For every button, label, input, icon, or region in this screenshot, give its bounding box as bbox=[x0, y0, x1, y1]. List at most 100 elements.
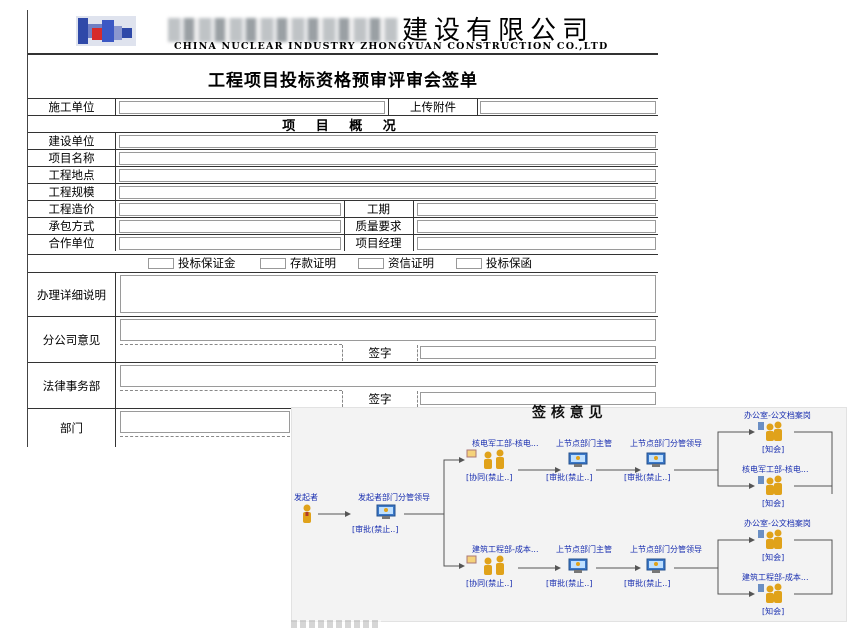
node-top-4a-state: [知会] bbox=[762, 445, 785, 454]
dash-line bbox=[120, 390, 342, 391]
row-construction-unit: 施工单位 上传附件 bbox=[28, 98, 658, 115]
upload-attachment-button[interactable]: 上传附件 bbox=[390, 99, 476, 115]
contract-mode-field[interactable] bbox=[119, 220, 341, 233]
approver-monitor-icon[interactable] bbox=[646, 452, 666, 468]
bid-guarantee-label: 投标保函 bbox=[486, 256, 532, 270]
redacted-name-blur bbox=[168, 18, 398, 42]
node-bottom-2-state: [审批(禁止..] bbox=[546, 579, 593, 588]
legal-label: 法律事务部 bbox=[28, 363, 116, 408]
row-project-scale: 工程规模 bbox=[28, 183, 658, 200]
overview-heading: 项 目 概 况 bbox=[282, 118, 404, 134]
attachment-field[interactable] bbox=[480, 101, 656, 114]
notify-group-icon[interactable] bbox=[758, 420, 784, 442]
department-label: 部门 bbox=[28, 409, 116, 447]
node-first-state: [审批(禁止..] bbox=[352, 525, 399, 534]
letterhead: 建设有限公司 CHINA NUCLEAR INDUSTRY ZHONGYUAN … bbox=[28, 10, 658, 55]
approver-monitor-icon[interactable] bbox=[568, 558, 588, 574]
project-location-label: 工程地点 bbox=[28, 167, 116, 183]
owner-field[interactable] bbox=[119, 135, 656, 148]
row-cost: 工程造价 工期 bbox=[28, 200, 658, 217]
credit-proof-checkbox[interactable] bbox=[358, 258, 384, 269]
deposit-proof-checkbox[interactable] bbox=[260, 258, 286, 269]
deposit-proof-label: 存款证明 bbox=[290, 256, 336, 270]
notify-group-icon[interactable] bbox=[758, 582, 784, 604]
details-label: 办理详细说明 bbox=[28, 273, 116, 316]
bid-bond-checkbox[interactable] bbox=[148, 258, 174, 269]
branch-opinion-textarea[interactable] bbox=[120, 319, 656, 341]
row-documents: 投标保证金 存款证明 资信证明 投标保函 bbox=[28, 254, 658, 271]
quality-field[interactable] bbox=[417, 220, 656, 233]
node-bottom-4a-state: [知会] bbox=[762, 553, 785, 562]
details-textarea[interactable] bbox=[120, 275, 656, 313]
notify-group-icon[interactable] bbox=[758, 474, 784, 496]
project-scale-label: 工程规模 bbox=[28, 184, 116, 200]
node-top-3-state: [审批(禁止..] bbox=[624, 473, 671, 482]
contract-mode-label: 承包方式 bbox=[28, 218, 116, 234]
node-top-4b-state: [知会] bbox=[762, 499, 785, 508]
row-project-name: 项目名称 bbox=[28, 149, 658, 166]
node-top-3-label: 上节点部门分管领导 bbox=[630, 439, 702, 448]
project-name-field[interactable] bbox=[119, 152, 656, 165]
partner-label: 合作单位 bbox=[28, 235, 116, 251]
construction-unit-field[interactable] bbox=[119, 101, 385, 114]
bid-bond-label: 投标保证金 bbox=[178, 256, 236, 270]
form-title: 工程项目投标资格预审评审会签单 bbox=[208, 71, 478, 91]
header-rule bbox=[28, 53, 658, 55]
row-partner: 合作单位 项目经理 bbox=[28, 234, 658, 251]
screenshot: 建设有限公司 CHINA NUCLEAR INDUSTRY ZHONGYUAN … bbox=[0, 0, 865, 631]
legal-signature-label: 签字 bbox=[342, 391, 418, 407]
collaborate-group-icon[interactable] bbox=[466, 448, 516, 470]
project-manager-field[interactable] bbox=[417, 237, 656, 250]
branch-signature-field[interactable] bbox=[420, 346, 656, 359]
project-scale-field[interactable] bbox=[119, 186, 656, 199]
notify-group-icon[interactable] bbox=[758, 528, 784, 550]
project-cost-label: 工程造价 bbox=[28, 201, 116, 217]
edge-first-bottom bbox=[443, 514, 465, 569]
row-owner: 建设单位 bbox=[28, 132, 658, 149]
company-name-en: CHINA NUCLEAR INDUSTRY ZHONGYUAN CONSTRU… bbox=[174, 41, 609, 52]
owner-label: 建设单位 bbox=[28, 133, 116, 149]
project-location-field[interactable] bbox=[119, 169, 656, 182]
credit-proof-label: 资信证明 bbox=[388, 256, 434, 270]
node-top-2-state: [审批(禁止..] bbox=[546, 473, 593, 482]
partner-field[interactable] bbox=[119, 237, 341, 250]
project-manager-label: 项目经理 bbox=[344, 235, 414, 251]
divider bbox=[477, 99, 478, 115]
row-details: 办理详细说明 bbox=[28, 272, 658, 316]
row-contract: 承包方式 质量要求 bbox=[28, 217, 658, 234]
workflow-diagram: 签 核 意 见 发起者 发起者部门分管领导 [审批(禁止..] 核电军工部-核电… bbox=[291, 405, 847, 622]
row-project-location: 工程地点 bbox=[28, 166, 658, 183]
approver-monitor-icon[interactable] bbox=[376, 504, 396, 520]
edge-bottom-4-out bbox=[794, 539, 833, 595]
duration-label: 工期 bbox=[344, 201, 414, 217]
duration-field[interactable] bbox=[417, 203, 656, 216]
approver-monitor-icon[interactable] bbox=[568, 452, 588, 468]
branch-opinion-label: 分公司意见 bbox=[28, 317, 116, 362]
collaborate-group-icon[interactable] bbox=[466, 554, 516, 576]
node-first-label: 发起者部门分管领导 bbox=[358, 493, 430, 502]
person-icon[interactable] bbox=[300, 504, 314, 524]
truncated-text-fragment bbox=[291, 620, 381, 628]
construction-unit-label: 施工单位 bbox=[28, 99, 116, 115]
branch-signature-label: 签字 bbox=[342, 345, 418, 361]
node-bottom-2-label: 上节点部门主管 bbox=[556, 545, 612, 554]
divider bbox=[388, 99, 389, 115]
sign-off-form: 建设有限公司 CHINA NUCLEAR INDUSTRY ZHONGYUAN … bbox=[27, 10, 658, 447]
legal-textarea[interactable] bbox=[120, 365, 656, 387]
company-logo-icon bbox=[76, 16, 136, 46]
bid-guarantee-checkbox[interactable] bbox=[456, 258, 482, 269]
dash-line bbox=[120, 436, 290, 437]
department-textarea[interactable] bbox=[120, 411, 290, 433]
project-name-label: 项目名称 bbox=[28, 150, 116, 166]
row-overview: 项 目 概 况 bbox=[28, 115, 658, 134]
project-cost-field[interactable] bbox=[119, 203, 341, 216]
row-branch-opinion: 分公司意见 签字 bbox=[28, 316, 658, 362]
quality-label: 质量要求 bbox=[344, 218, 414, 234]
node-bottom-1-state: [协同(禁止..] bbox=[466, 579, 513, 588]
node-top-1-state: [协同(禁止..] bbox=[466, 473, 513, 482]
node-bottom-3-state: [审批(禁止..] bbox=[624, 579, 671, 588]
approver-monitor-icon[interactable] bbox=[646, 558, 666, 574]
edge-top-4a-out bbox=[794, 431, 833, 494]
dash-line bbox=[120, 344, 342, 345]
node-top-2-label: 上节点部门主管 bbox=[556, 439, 612, 448]
